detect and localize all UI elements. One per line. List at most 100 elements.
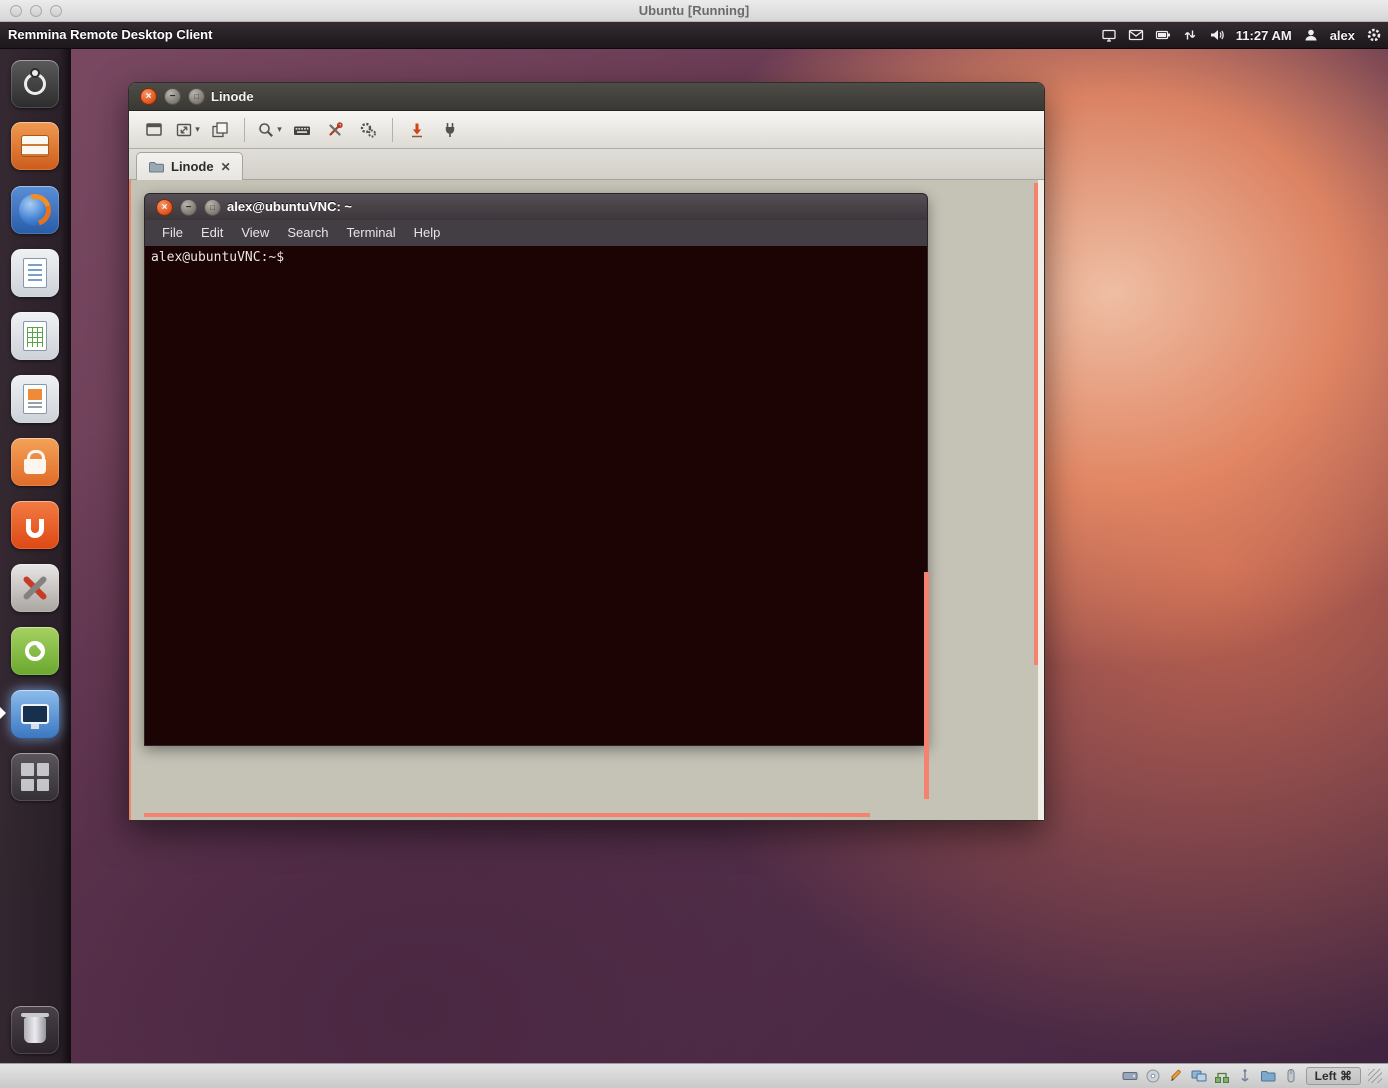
minimize-to-tray-button[interactable] [402,115,432,145]
file-cabinet-icon [21,135,49,157]
zoom-button[interactable]: ▾ [254,115,284,145]
resize-grip[interactable] [1368,1069,1382,1083]
remote-desktop-view[interactable]: × − □ alex@ubuntuVNC: ~ File Edit View S… [129,180,1044,820]
chevron-down-icon[interactable]: ▾ [195,124,200,135]
user-menu[interactable]: alex [1330,28,1355,43]
menu-terminal[interactable]: Terminal [338,220,405,246]
volume-icon[interactable] [1209,27,1225,43]
folder-icon [148,159,164,175]
user-icon[interactable] [1303,27,1319,43]
cd-icon[interactable] [1145,1068,1161,1084]
remmina-window-controls: × − □ [140,88,205,105]
launcher-item-libreoffice-calc[interactable] [11,312,59,360]
chevron-down-icon[interactable]: ▾ [277,124,282,135]
terminal-menubar: File Edit View Search Terminal Help [144,220,928,246]
panel-indicators: 11:27 AM alex [1101,22,1382,48]
terminal-minimize-button[interactable]: − [180,199,197,216]
keyboard-grab-button[interactable] [287,115,317,145]
remmina-tabbar: Linode ✕ [129,149,1044,180]
host-minimize-button[interactable] [30,5,42,17]
workspace-grid-icon [21,763,49,791]
dual-display-icon[interactable] [1191,1068,1207,1084]
launcher-item-workspace-switcher[interactable] [11,753,59,801]
network-icon[interactable] [1214,1068,1230,1084]
menu-search[interactable]: Search [278,220,337,246]
vnc-artifact-line [924,572,929,799]
remmina-toolbar: ▾ ▾ [129,111,1044,149]
trash-can-icon [24,1017,46,1043]
battery-icon[interactable] [1155,27,1171,43]
vbox-statusbar: Left ⌘ [0,1063,1388,1088]
vnc-artifact-line [1034,183,1038,665]
network-icon[interactable] [1101,27,1117,43]
vbox-status-icons: Left ⌘ [1122,1064,1382,1088]
usb-icon[interactable] [1237,1068,1253,1084]
host-window-title: Ubuntu [Running] [0,0,1388,22]
remmina-maximize-button[interactable]: □ [188,88,205,105]
update-arrows-icon [25,641,45,661]
terminal-maximize-button[interactable]: □ [204,199,221,216]
terminal-close-button[interactable]: × [156,199,173,216]
tab-linode[interactable]: Linode ✕ [136,152,243,180]
launcher-item-system-settings[interactable] [11,564,59,612]
launcher-item-software-updater[interactable] [11,627,59,675]
launcher-item-ubuntu-one[interactable] [11,501,59,549]
host-key-label: Left ⌘ [1315,1069,1352,1083]
disconnect-button[interactable] [435,115,465,145]
remmina-window-title: Linode [211,83,254,110]
launcher-item-libreoffice-writer[interactable] [11,249,59,297]
video-capture-icon[interactable] [1168,1068,1184,1084]
clock[interactable]: 11:27 AM [1236,28,1292,43]
panel-app-title: Remmina Remote Desktop Client [8,22,212,48]
mouse-icon[interactable] [1283,1068,1299,1084]
launcher-item-files[interactable] [11,122,59,170]
host-key-indicator: Left ⌘ [1306,1067,1361,1085]
sync-arrows-icon[interactable] [1182,27,1198,43]
launcher-item-firefox[interactable] [11,186,59,234]
unity-launcher [0,49,71,1063]
session-gear-icon[interactable] [1366,27,1382,43]
launcher-item-remmina[interactable] [11,690,59,738]
host-close-button[interactable] [10,5,22,17]
harddisk-icon[interactable] [1122,1068,1138,1084]
remmina-window: × − □ Linode ▾ ▾ [128,82,1045,821]
shell-prompt: alex@ubuntuVNC:~$ [151,250,284,265]
tab-close-icon[interactable]: ✕ [221,160,231,174]
terminal-titlebar[interactable]: × − □ alex@ubuntuVNC: ~ [144,193,928,220]
mail-icon[interactable] [1128,27,1144,43]
menu-edit[interactable]: Edit [192,220,232,246]
toolbar-separator [392,118,393,142]
host-zoom-button[interactable] [50,5,62,17]
remmina-titlebar[interactable]: × − □ Linode [129,83,1044,111]
remmina-close-button[interactable]: × [140,88,157,105]
vnc-artifact-line [144,813,870,817]
vm-screen: Remmina Remote Desktop Client 11:27 AM a… [0,22,1388,1063]
terminal-window: × − □ alex@ubuntuVNC: ~ File Edit View S… [144,193,928,746]
launcher-item-software-center[interactable] [11,438,59,486]
terminal-body[interactable]: alex@ubuntuVNC:~$ [144,246,928,746]
toolbar-separator [244,118,245,142]
host-titlebar: Ubuntu [Running] [0,0,1388,22]
host-window-controls [10,5,62,17]
shared-folders-icon[interactable] [1260,1068,1276,1084]
writer-document-icon [23,258,47,288]
menu-file[interactable]: File [153,220,192,246]
content-edge-strip [1038,180,1044,820]
impress-presentation-icon [23,384,47,414]
launcher-item-libreoffice-impress[interactable] [11,375,59,423]
ubuntu-logo-icon [24,73,46,95]
menu-help[interactable]: Help [405,220,450,246]
terminal-window-controls: × − □ [156,199,221,216]
remmina-minimize-button[interactable]: − [164,88,181,105]
calc-spreadsheet-icon [23,321,47,351]
duplicate-connection-button[interactable] [205,115,235,145]
terminal-window-title: alex@ubuntuVNC: ~ [227,194,352,220]
menu-view[interactable]: View [232,220,278,246]
launcher-item-trash[interactable] [11,1006,59,1054]
tab-label: Linode [171,159,214,174]
settings-gears-button[interactable] [353,115,383,145]
fullscreen-button[interactable] [139,115,169,145]
dash-home-button[interactable] [11,60,59,108]
scaled-mode-button[interactable]: ▾ [172,115,202,145]
preferences-tools-button[interactable] [320,115,350,145]
